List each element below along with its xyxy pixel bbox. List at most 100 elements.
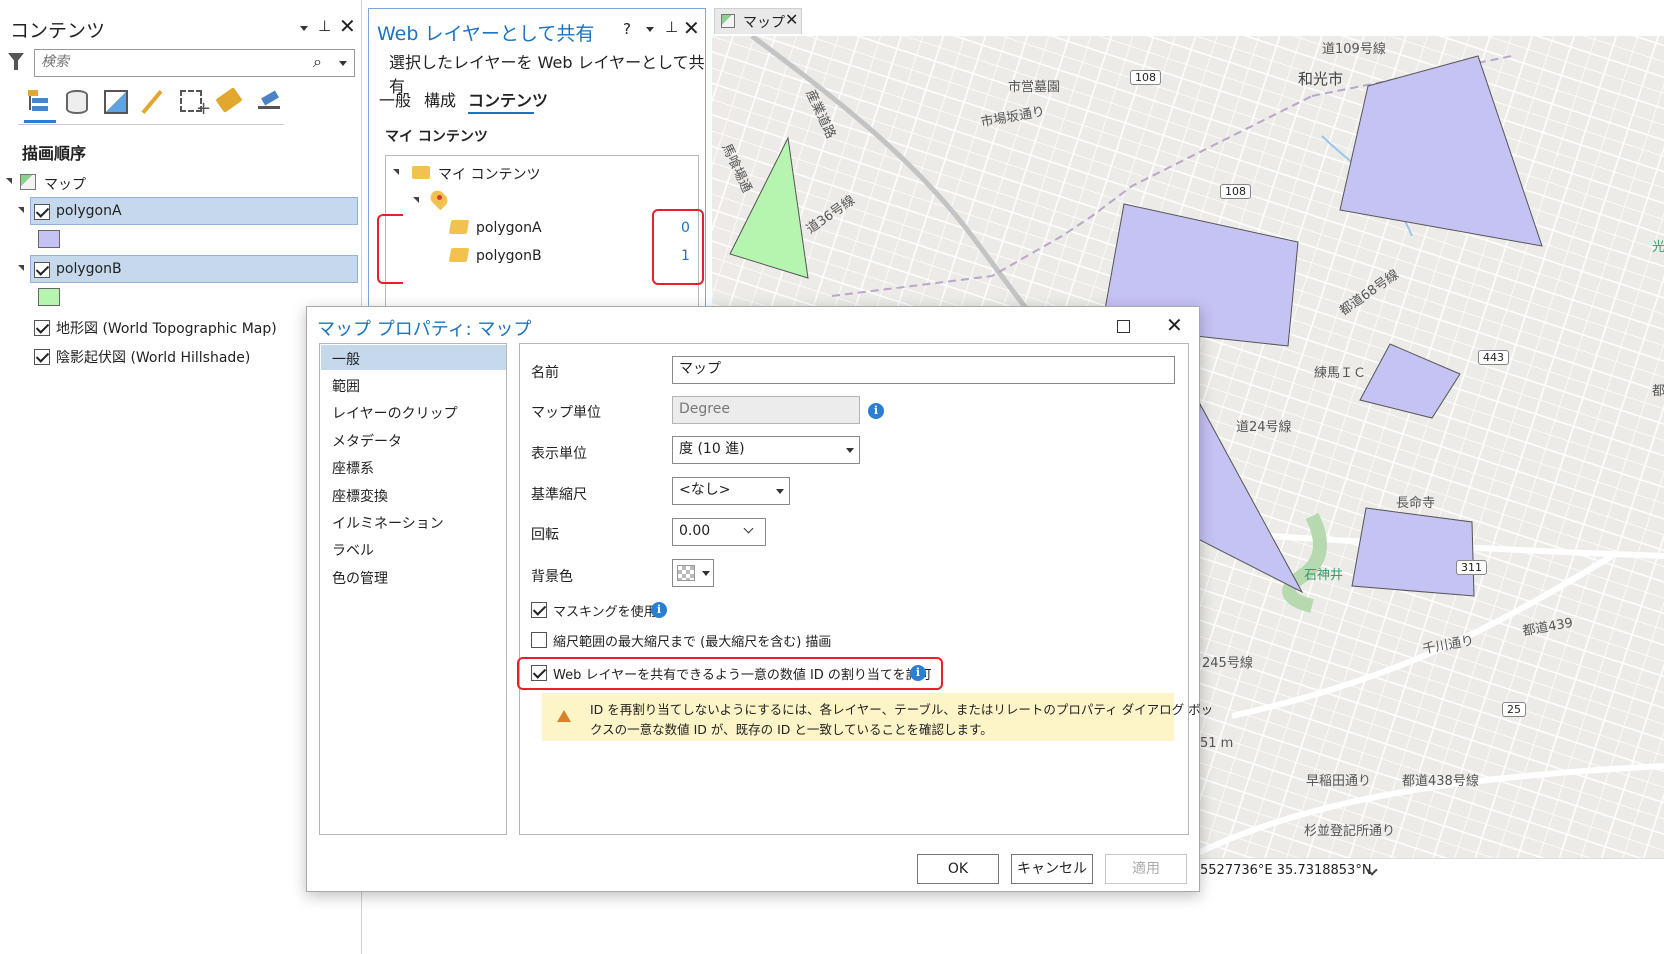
tab-configuration[interactable]: 構成 (424, 87, 456, 111)
tab-general[interactable]: 一般 (379, 87, 411, 111)
folder-icon (412, 166, 430, 179)
expand-map-icon[interactable] (6, 178, 12, 184)
topographic-layer-label[interactable]: 地形図 (World Topographic Map) (56, 318, 277, 338)
polygonA-visibility-checkbox[interactable] (34, 204, 50, 220)
background-color-dropdown-icon (702, 571, 710, 576)
nav-clip-layers[interactable]: レイヤーのクリップ (332, 403, 458, 423)
masking-info-icon[interactable]: i (651, 602, 667, 618)
ok-button[interactable]: OK (917, 854, 999, 884)
reference-scale-value: <なし> (679, 482, 731, 498)
map-label-nerima-ic: 練馬ＩＣ (1314, 366, 1367, 381)
rotation-value: 0.00 (679, 523, 711, 539)
search-input[interactable] (41, 50, 301, 74)
my-content-heading: マイ コンテンツ (385, 129, 488, 145)
snapping-plus-icon: + (196, 98, 212, 119)
polygonA-swatch[interactable] (38, 230, 60, 248)
road-shield-311: 311 (1456, 560, 1487, 575)
apply-button[interactable]: 適用 (1105, 854, 1187, 884)
map-layer-pin-dot (437, 195, 442, 200)
coordinates-readout[interactable]: 5527736°E 35.7318853°N (1200, 863, 1372, 878)
map-icon (20, 174, 36, 190)
map-label-route245: 245号線 (1202, 656, 1253, 671)
name-label: 名前 (531, 365, 559, 381)
polygonB-swatch[interactable] (38, 288, 60, 306)
name-input[interactable]: マップ (672, 356, 1175, 384)
map-tab[interactable]: マップ ✕ (714, 8, 802, 34)
tree-item-polygonB[interactable]: polygonB (476, 248, 542, 264)
list-by-labeling-icon[interactable] (215, 87, 243, 113)
search-box[interactable]: ⌕ (34, 49, 355, 77)
nav-coordinate-systems[interactable]: 座標系 (332, 458, 374, 478)
share-pane-title: Web レイヤーとして共有 (377, 23, 595, 45)
dialog-close-icon[interactable]: ✕ (1166, 313, 1183, 337)
list-by-perspective-icon[interactable] (256, 90, 282, 114)
nav-extent[interactable]: 範囲 (332, 376, 360, 396)
background-color-picker[interactable] (672, 559, 714, 587)
share-pane-close-icon[interactable]: ✕ (683, 16, 700, 40)
map-label-route109: 道109号線 (1322, 42, 1386, 57)
masking-checkbox[interactable] (531, 602, 547, 618)
hillshade-visibility-checkbox[interactable] (34, 349, 50, 365)
help-icon[interactable]: ? (623, 20, 631, 38)
map-properties-dialog: マップ プロパティ: マップ ✕ 一般 範囲 レイヤーのクリップ メタデータ 座… (306, 306, 1213, 892)
map-tab-icon (721, 14, 735, 28)
nav-transformation[interactable]: 座標変換 (332, 486, 388, 506)
topographic-visibility-checkbox[interactable] (34, 320, 50, 336)
list-by-drawing-order-icon[interactable] (26, 88, 54, 116)
rotation-select[interactable]: 0.00 (672, 518, 766, 546)
map-item-label[interactable]: マップ (44, 174, 86, 194)
maximize-icon[interactable] (1117, 320, 1130, 333)
polygonA-label[interactable]: polygonA (56, 203, 122, 219)
map-label-route24: 道24号線 (1236, 420, 1292, 435)
filter-icon-stem (14, 61, 18, 70)
map-tab-close-icon[interactable]: ✕ (785, 10, 798, 29)
draw-max-scale-checkbox[interactable] (531, 632, 547, 648)
share-pane-options-icon[interactable] (646, 27, 654, 32)
id-highlight-box (652, 209, 704, 285)
draw-max-scale-label[interactable]: 縮尺範囲の最大縮尺まで (最大縮尺を含む) 描画 (553, 631, 831, 650)
transparent-swatch-icon (677, 565, 695, 581)
nav-labels[interactable]: ラベル (332, 540, 374, 560)
nav-metadata[interactable]: メタデータ (332, 431, 402, 451)
expand-polygonB-icon[interactable] (18, 265, 24, 271)
map-label-waseda: 早稲田通り (1306, 774, 1372, 789)
nav-illumination[interactable]: イルミネーション (332, 513, 444, 533)
search-icon[interactable]: ⌕ (313, 52, 322, 72)
hillshade-layer-label[interactable]: 陰影起伏図 (World Hillshade) (56, 347, 250, 367)
display-units-value: 度 (10 進) (679, 441, 745, 457)
cancel-button[interactable]: キャンセル (1011, 854, 1093, 884)
nav-general[interactable]: 一般 (332, 349, 360, 369)
display-units-select[interactable]: 度 (10 進) (672, 436, 860, 464)
allow-ids-highlight-box (517, 657, 943, 690)
expand-map-layer-icon[interactable] (413, 197, 419, 203)
map-units-info-icon[interactable]: i (868, 403, 884, 419)
close-icon[interactable]: ✕ (339, 14, 356, 38)
expand-polygonA-icon[interactable] (18, 207, 24, 213)
rotation-chevron-icon (743, 523, 754, 534)
warning-icon (557, 710, 571, 722)
list-by-editing-icon[interactable] (141, 89, 163, 115)
expand-my-content-icon[interactable] (393, 169, 399, 175)
tree-item-polygonA[interactable]: polygonA (476, 220, 542, 236)
pane-options-icon[interactable] (300, 26, 308, 31)
road-shield-25: 25 (1502, 702, 1526, 717)
polygonB-visibility-checkbox[interactable] (34, 262, 50, 278)
list-by-data-source-icon[interactable] (66, 90, 88, 114)
pin-icon[interactable]: ⊥ (318, 17, 331, 35)
list-by-selection-icon[interactable] (104, 90, 128, 114)
map-label-suginami: 杉並登記所通り (1304, 824, 1396, 839)
layer-icon-polygonA (448, 220, 470, 234)
map-units-input: Degree (672, 396, 860, 424)
reference-scale-select[interactable]: <なし> (672, 477, 790, 505)
tab-content[interactable]: コンテンツ (468, 87, 548, 111)
map-label-elevation: 51 m (1200, 736, 1234, 751)
toolbar-divider (18, 124, 284, 125)
tree-root-label[interactable]: マイ コンテンツ (438, 164, 540, 184)
share-pane-pin-icon[interactable]: ⊥ (665, 18, 678, 36)
search-dropdown-icon[interactable] (339, 61, 347, 66)
masking-label[interactable]: マスキングを使用 (553, 601, 657, 620)
nav-color-management[interactable]: 色の管理 (332, 568, 388, 588)
polygonB-label[interactable]: polygonB (56, 261, 122, 277)
warning-line-1: ID を再割り当てしないようにするには、各レイヤー、テーブル、またはリレートのプ… (590, 702, 1214, 717)
map-label-wako: 和光市 (1298, 70, 1344, 88)
